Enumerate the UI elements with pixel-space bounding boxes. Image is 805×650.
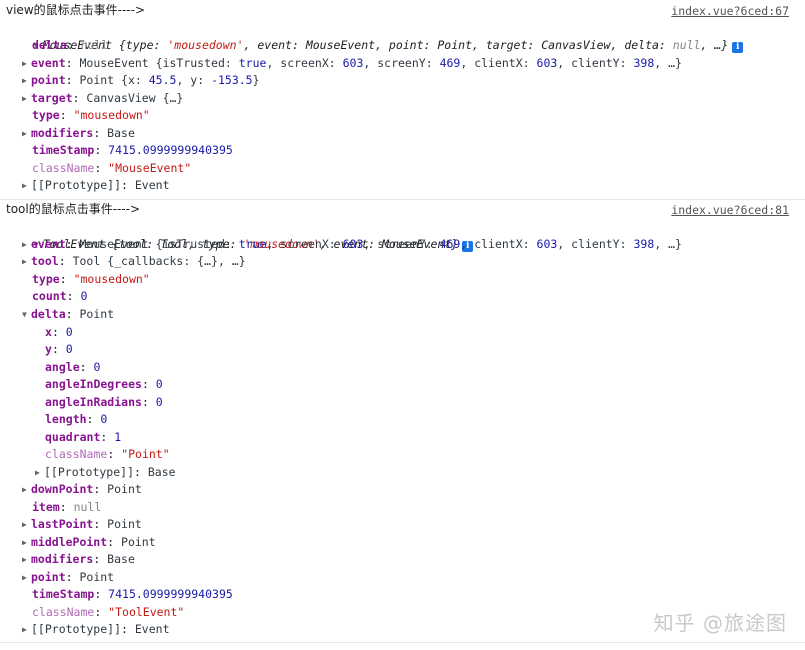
property-row: angle: 0 — [45, 360, 101, 374]
property-row[interactable]: ▶ [[Prototype]]: Event — [22, 177, 170, 195]
triangle-down-icon[interactable]: ▼ — [22, 306, 31, 324]
console-message-tool: tool的鼠标点击事件----> index.vue?6ced:81 ▼ Tool… — [0, 200, 805, 643]
triangle-right-icon[interactable]: ▶ — [22, 55, 31, 73]
property-row: className: "MouseEvent" — [32, 161, 192, 175]
source-link[interactable]: index.vue?6ced:81 — [671, 202, 789, 220]
source-link[interactable]: index.vue?6ced:67 — [671, 3, 789, 21]
property-row[interactable]: ▶ downPoint: Point — [22, 481, 142, 499]
property-row[interactable]: ▶ modifiers: Base — [22, 551, 135, 569]
property-row[interactable]: ▶ [[Prototype]]: Event — [22, 621, 170, 639]
property-row[interactable]: ▶ target: CanvasView {…} — [22, 90, 183, 108]
property-row: angleInRadians: 0 — [45, 395, 163, 409]
object-summary-row[interactable]: ▼ MouseEvent {type: 'mousedown', event: M… — [6, 19, 744, 53]
property-row: length: 0 — [45, 412, 108, 426]
triangle-right-icon[interactable]: ▶ — [22, 253, 31, 271]
triangle-right-icon[interactable]: ▶ — [22, 481, 31, 499]
property-row[interactable]: ▶ middlePoint: Point — [22, 534, 156, 552]
property-row: delta: null — [32, 38, 109, 52]
triangle-right-icon[interactable]: ▶ — [22, 551, 31, 569]
info-icon[interactable]: i — [732, 41, 744, 53]
console-log-label: view的鼠标点击事件----> — [6, 3, 146, 17]
watermark: 知乎 @旅途图 — [653, 611, 787, 635]
property-row[interactable]: ▶ modifiers: Base — [22, 125, 135, 143]
console-log-label: tool的鼠标点击事件----> — [6, 202, 141, 216]
property-row: y: 0 — [45, 342, 73, 356]
property-row: type: "mousedown" — [32, 272, 150, 286]
property-row: x: 0 — [45, 325, 73, 339]
triangle-right-icon[interactable]: ▶ — [22, 125, 31, 143]
property-row[interactable]: ▶ tool: Tool {_callbacks: {…}, …} — [22, 253, 246, 271]
property-row[interactable]: ▶ point: Point — [22, 569, 114, 587]
triangle-right-icon[interactable]: ▶ — [22, 516, 31, 534]
triangle-right-icon[interactable]: ▶ — [22, 177, 31, 195]
property-row[interactable]: ▶ lastPoint: Point — [22, 516, 142, 534]
property-row[interactable]: ▶ event: MouseEvent {isTrusted: true, scr… — [22, 236, 682, 254]
property-row: quadrant: 1 — [45, 430, 122, 444]
property-row[interactable]: ▼ delta: Point — [22, 306, 114, 324]
property-row[interactable]: ▶ point: Point {x: 45.5, y: -153.5} — [22, 72, 260, 90]
property-row: className: "Point" — [45, 447, 170, 461]
property-row: timeStamp: 7415.0999999940395 — [32, 143, 233, 157]
property-row[interactable]: ▶ [[Prototype]]: Base — [35, 464, 176, 482]
property-row[interactable]: ▶ event: MouseEvent {isTrusted: true, scr… — [22, 55, 682, 73]
object-summary-row[interactable]: ▼ ToolEvent {tool: Tool, type: 'mousedown… — [6, 218, 474, 252]
triangle-right-icon[interactable]: ▶ — [22, 72, 31, 90]
console-message-view: view的鼠标点击事件----> index.vue?6ced:67 ▼ Mous… — [0, 0, 805, 200]
triangle-right-icon[interactable]: ▶ — [22, 236, 31, 254]
property-row: angleInDegrees: 0 — [45, 377, 163, 391]
property-row: item: null — [32, 500, 102, 514]
property-row: type: "mousedown" — [32, 108, 150, 122]
triangle-right-icon[interactable]: ▶ — [22, 569, 31, 587]
triangle-right-icon[interactable]: ▶ — [22, 621, 31, 639]
triangle-right-icon[interactable]: ▶ — [22, 534, 31, 552]
property-row: className: "ToolEvent" — [32, 605, 185, 619]
triangle-right-icon[interactable]: ▶ — [22, 90, 31, 108]
property-row: timeStamp: 7415.0999999940395 — [32, 587, 233, 601]
triangle-right-icon[interactable]: ▶ — [35, 464, 44, 482]
property-row: count: 0 — [32, 289, 88, 303]
